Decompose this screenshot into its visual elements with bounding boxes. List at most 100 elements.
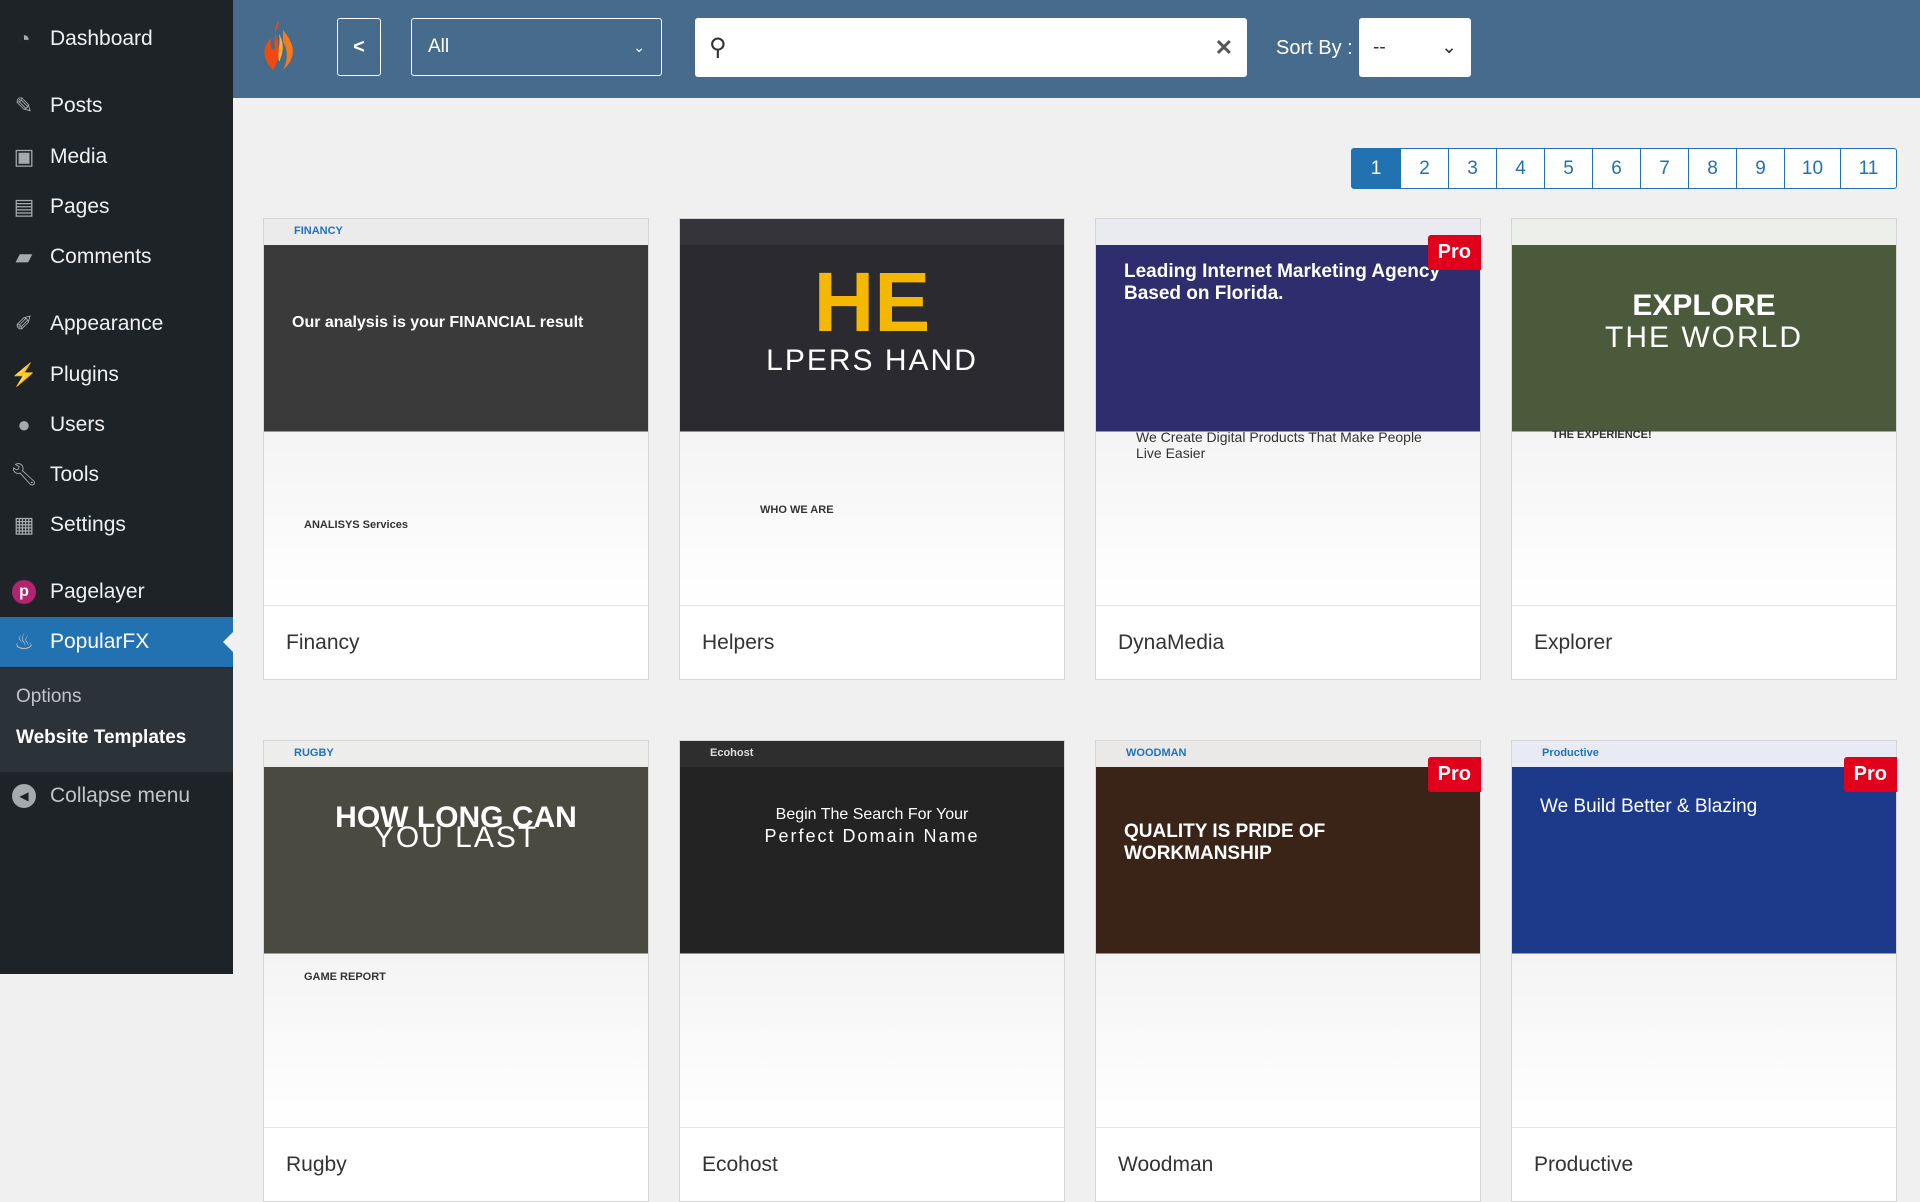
template-name: Woodman — [1118, 1153, 1214, 1176]
preview-subheading: GAME REPORT — [304, 971, 386, 983]
pagination: 1 2 3 4 5 6 7 8 9 10 11 — [1351, 148, 1897, 189]
sidebar-item-label: Posts — [50, 94, 103, 117]
sidebar-item-label: Users — [50, 413, 105, 436]
preview-headline: We Build Better & Blazing — [1540, 796, 1758, 817]
pin-icon: ✎ — [14, 93, 34, 118]
sidebar-item-users[interactable]: ● Users — [0, 400, 233, 450]
sidebar-item-pages[interactable]: ▤ Pages — [0, 182, 233, 232]
template-preview[interactable]: Leading Internet Marketing Agency Based … — [1096, 219, 1480, 605]
comment-icon: ▰ — [15, 244, 33, 269]
preview-headline-2: LPERS HAND — [766, 344, 978, 377]
sidebar-item-popularfx[interactable]: ♨ PopularFX — [0, 617, 233, 667]
sidebar-item-label: Settings — [50, 513, 126, 536]
preview-brand: FINANCY — [294, 225, 343, 237]
sidebar-item-dashboard[interactable]: ◔ Dashboard — [0, 14, 233, 64]
sidebar-item-comments[interactable]: ▰ Comments — [0, 232, 233, 282]
template-name: Ecohost — [702, 1153, 778, 1176]
pagelayer-icon: p — [11, 579, 37, 605]
preview-brand: Productive — [1542, 747, 1599, 759]
template-card-financy[interactable]: FINANCY Our analysis is your FINANCIAL re… — [263, 218, 649, 680]
template-name: Productive — [1534, 1153, 1634, 1176]
sidebar-item-pagelayer[interactable]: p Pagelayer — [0, 567, 233, 617]
sidebar-item-label: PopularFX — [50, 630, 150, 653]
template-name: DynaMedia — [1118, 631, 1225, 654]
pro-badge: Pro — [1427, 757, 1481, 792]
plugin-icon: ⚡ — [10, 362, 38, 387]
sort-value: -- — [1373, 36, 1386, 58]
preview-headline: HE — [813, 255, 931, 349]
category-value: All — [428, 36, 450, 57]
page-3-button[interactable]: 3 — [1448, 149, 1496, 188]
template-card-productive[interactable]: Productive We Build Better & Blazing Prod… — [1511, 740, 1897, 1202]
page-9-button[interactable]: 9 — [1736, 149, 1784, 188]
category-select[interactable]: All ⌄ — [411, 18, 662, 76]
template-preview[interactable]: Productive We Build Better & Blazing — [1512, 741, 1896, 1127]
page-6-button[interactable]: 6 — [1592, 149, 1640, 188]
page-7-button[interactable]: 7 — [1640, 149, 1688, 188]
media-icon: ▣ — [13, 144, 35, 169]
template-preview[interactable]: Ecohost Begin The Search For Your Perfect … — [680, 741, 1064, 1127]
template-preview[interactable]: HE LPERS HAND WHO WE ARE — [680, 219, 1064, 605]
collapse-menu-button[interactable]: ◀ Collapse menu — [0, 771, 233, 821]
preview-subheading: THE EXPERIENCE! — [1552, 429, 1652, 441]
template-card-rugby[interactable]: RUGBY HOW LONG CAN YOU LAST GAME REPORT Rug… — [263, 740, 649, 1202]
sidebar-item-label: Comments — [50, 245, 152, 268]
template-preview[interactable]: RUGBY HOW LONG CAN YOU LAST GAME REPORT — [264, 741, 648, 1127]
page-2-button[interactable]: 2 — [1400, 149, 1448, 188]
template-card-woodman[interactable]: WOODMAN QUALITY IS PRIDE OF WORKMANSHIP W… — [1095, 740, 1481, 1202]
collapse-arrow-icon: ◀ — [11, 783, 37, 809]
admin-sidebar: Options Website Templates ◔ Dashboard ✎ Po… — [0, 0, 233, 974]
pro-badge: Pro — [1843, 757, 1897, 792]
template-name: Rugby — [286, 1153, 347, 1176]
brush-icon: ✐ — [14, 311, 34, 336]
wrench-icon: 🔧︎ — [10, 462, 38, 487]
preview-headline: Our analysis is your FINANCIAL result — [292, 314, 584, 331]
preview-subheading: We Create Digital Products That Make Peo… — [1136, 429, 1422, 461]
dashboard-icon: ◔ — [17, 26, 31, 51]
page-11-button[interactable]: 11 — [1840, 149, 1896, 188]
clear-search-icon[interactable]: ✕ — [1215, 35, 1233, 61]
preview-headline-2: YOU LAST — [373, 821, 539, 854]
sidebar-item-appearance[interactable]: ✐ Appearance — [0, 299, 233, 349]
sort-select[interactable]: -- ⌄ — [1359, 18, 1471, 77]
template-toolbar: < All ⌄ ⚲ ✕ Sort By : -- ⌄ — [233, 0, 1920, 98]
sidebar-item-tools[interactable]: 🔧︎ Tools — [0, 450, 233, 500]
preview-headline: Leading Internet Marketing Agency Based … — [1124, 261, 1441, 304]
submenu-website-templates[interactable]: Website Templates — [16, 727, 186, 749]
page-4-button[interactable]: 4 — [1496, 149, 1544, 188]
preview-headline: QUALITY IS PRIDE OF WORKMANSHIP — [1124, 821, 1326, 864]
pro-badge: Pro — [1427, 235, 1481, 270]
chevron-down-icon: ⌄ — [1441, 37, 1457, 58]
page-5-button[interactable]: 5 — [1544, 149, 1592, 188]
template-preview[interactable]: EXPLORE THE WORLD THE EXPERIENCE! — [1512, 219, 1896, 605]
sidebar-item-plugins[interactable]: ⚡ Plugins — [0, 350, 233, 400]
popularfx-flame-logo — [264, 20, 293, 70]
submenu-options[interactable]: Options — [16, 686, 81, 708]
template-preview[interactable]: WOODMAN QUALITY IS PRIDE OF WORKMANSHIP — [1096, 741, 1480, 1127]
page-1-button[interactable]: 1 — [1352, 149, 1400, 188]
preview-headline-2: THE WORLD — [1605, 321, 1803, 354]
template-card-dynamedia[interactable]: Leading Internet Marketing Agency Based … — [1095, 218, 1481, 680]
sidebar-item-posts[interactable]: ✎ Posts — [0, 81, 233, 131]
template-name: Explorer — [1534, 631, 1613, 654]
search-input[interactable] — [736, 37, 1205, 58]
template-card-explorer[interactable]: EXPLORE THE WORLD THE EXPERIENCE! Explorer — [1511, 218, 1897, 680]
back-button[interactable]: < — [337, 18, 381, 76]
sidebar-item-label: Dashboard — [50, 27, 153, 50]
search-box[interactable]: ⚲ ✕ — [695, 18, 1247, 77]
template-card-ecohost[interactable]: Ecohost Begin The Search For Your Perfect … — [679, 740, 1065, 1202]
popularfx-icon: ♨ — [14, 629, 34, 654]
sidebar-item-settings[interactable]: ▦ Settings — [0, 500, 233, 550]
template-preview[interactable]: FINANCY Our analysis is your FINANCIAL re… — [264, 219, 648, 605]
settings-icon: ▦ — [13, 512, 35, 537]
collapse-label: Collapse menu — [50, 784, 191, 807]
sidebar-item-media[interactable]: ▣ Media — [0, 132, 233, 182]
page-8-button[interactable]: 8 — [1688, 149, 1736, 188]
search-icon: ⚲ — [709, 34, 727, 61]
sidebar-item-label: Pagelayer — [50, 580, 145, 603]
preview-subheading: WHO WE ARE — [760, 504, 834, 516]
page-10-button[interactable]: 10 — [1784, 149, 1840, 188]
template-card-helpers[interactable]: HE LPERS HAND WHO WE ARE Helpers — [679, 218, 1065, 680]
sidebar-item-label: Appearance — [50, 312, 164, 335]
popularfx-submenu: Options Website Templates — [0, 668, 233, 772]
